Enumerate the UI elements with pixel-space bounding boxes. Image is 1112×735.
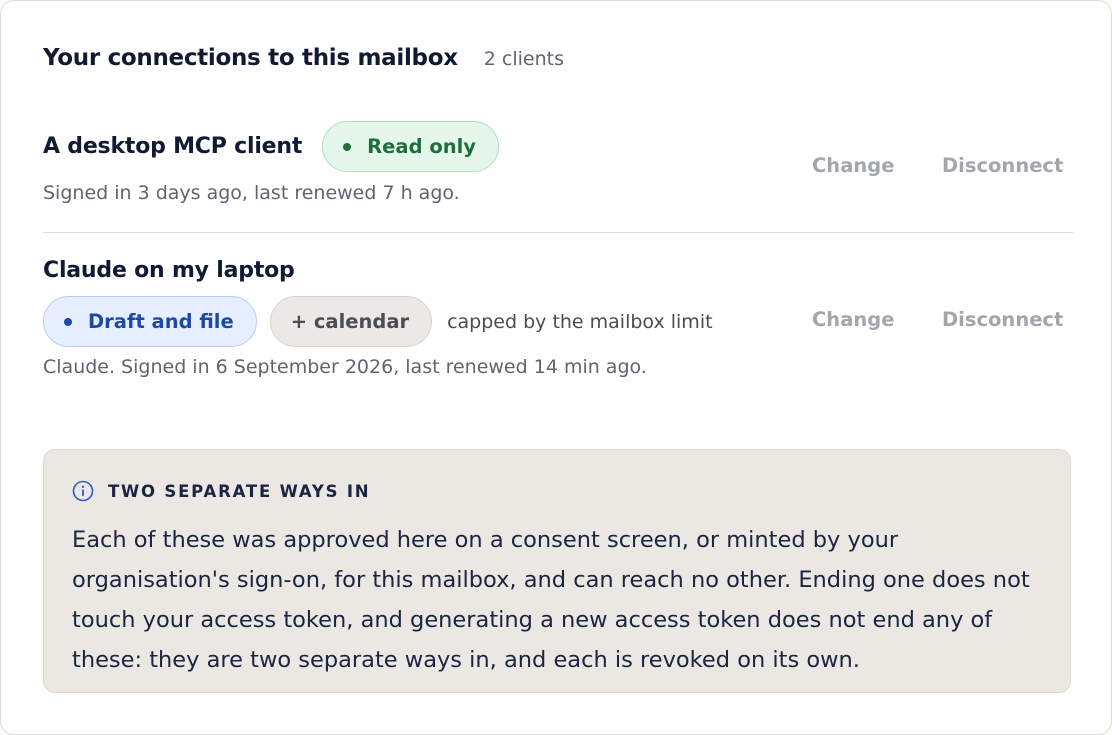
row-divider <box>43 232 1073 233</box>
info-note-body: Each of these was approved here on a con… <box>72 527 1030 673</box>
extra-scope-badge: + calendar <box>269 296 433 347</box>
disconnect-button[interactable]: Disconnect <box>942 154 1063 177</box>
client-count: 2 clients <box>483 48 564 70</box>
permission-badge-label: Read only <box>367 135 476 158</box>
info-note: TWO SEPARATE WAYS IN Each of these was a… <box>43 449 1071 693</box>
permission-badge: Read only <box>322 121 499 172</box>
status-dot-icon <box>64 317 72 326</box>
info-note-title: TWO SEPARATE WAYS IN <box>108 481 371 501</box>
connections-card: Your connections to this mailbox 2 clien… <box>0 0 1112 735</box>
card-title: Your connections to this mailbox <box>43 45 458 71</box>
info-icon <box>72 480 94 502</box>
permission-badges: Draft and file + calendar capped by the … <box>43 296 1073 347</box>
connection-name: A desktop MCP client <box>43 134 303 159</box>
connection-meta: Claude. Signed in 6 September 2026, last… <box>43 356 647 378</box>
info-note-header: TWO SEPARATE WAYS IN <box>72 480 370 502</box>
change-button[interactable]: Change <box>812 308 894 331</box>
permission-badge-label: Draft and file <box>88 310 234 333</box>
connection-name: Claude on my laptop <box>43 258 295 283</box>
card-header: Your connections to this mailbox 2 clien… <box>43 45 564 71</box>
cap-note: capped by the mailbox limit <box>447 310 713 333</box>
connection-row: Claude on my laptop Draft and file + cal… <box>43 258 1073 378</box>
connection-meta: Signed in 3 days ago, last renewed 7 h a… <box>43 182 460 204</box>
change-button[interactable]: Change <box>812 154 894 177</box>
disconnect-button[interactable]: Disconnect <box>942 308 1063 331</box>
status-dot-icon <box>343 142 352 151</box>
connection-row: A desktop MCP client Read only Signed in… <box>43 121 1073 204</box>
permission-badge: Draft and file <box>43 296 257 347</box>
